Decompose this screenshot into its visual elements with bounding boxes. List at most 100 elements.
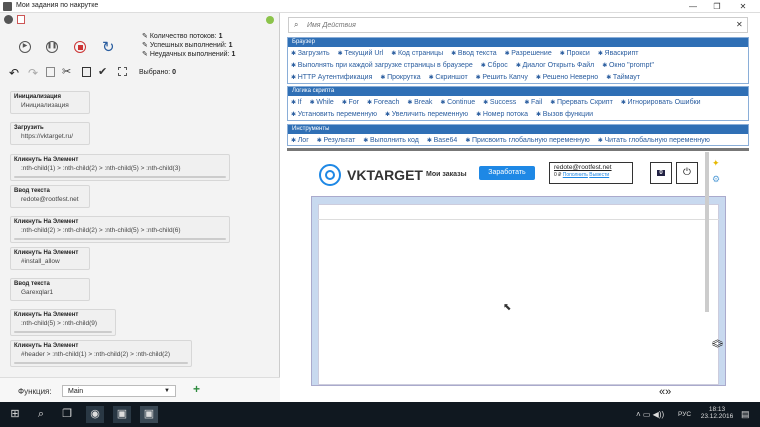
app-icon bbox=[3, 2, 12, 11]
check-icon[interactable]: ✔ bbox=[98, 65, 107, 78]
action-item[interactable]: Выполнить код bbox=[363, 135, 419, 145]
settings-icon[interactable] bbox=[4, 15, 13, 24]
log-icon[interactable] bbox=[17, 15, 25, 24]
search-taskbar-icon[interactable]: ⌕ bbox=[32, 406, 50, 423]
action-item[interactable]: Загрузить bbox=[291, 48, 330, 60]
action-item[interactable]: Номер потока bbox=[476, 109, 528, 121]
tray-icons[interactable]: ˄ ▭ ◀)) bbox=[636, 410, 664, 419]
redo-icon[interactable]: ↷ bbox=[28, 66, 38, 80]
action-item[interactable]: Break bbox=[407, 97, 432, 109]
action-item[interactable]: Таймаут bbox=[606, 72, 640, 84]
action-item[interactable]: Присвоить глобальную переменную bbox=[465, 135, 590, 145]
vktarget-logo-icon bbox=[319, 164, 341, 186]
site-logo[interactable]: VKTARGET bbox=[347, 167, 423, 183]
action-item[interactable]: Fail bbox=[524, 97, 542, 109]
app-window-icon[interactable]: ▣ bbox=[113, 406, 131, 423]
action-item[interactable]: Яваскрипт bbox=[598, 48, 639, 60]
scroll-top-icon[interactable]: ︽ ︾ bbox=[712, 335, 723, 355]
close-window-button[interactable]: ✕ bbox=[733, 1, 753, 12]
task-view-icon[interactable]: ❐ bbox=[58, 406, 76, 423]
pause-icon[interactable]: ❚❚ bbox=[46, 41, 58, 53]
action-item[interactable]: Foreach bbox=[367, 97, 400, 109]
action-item[interactable]: Установить переменную bbox=[291, 109, 377, 121]
page-nav-icon[interactable]: «» bbox=[659, 386, 671, 398]
withdraw-link[interactable]: Вывести bbox=[589, 172, 609, 178]
action-item[interactable]: Результат bbox=[317, 135, 355, 145]
reload-icon[interactable]: ↻ bbox=[102, 38, 115, 56]
action-item[interactable]: For bbox=[342, 97, 360, 109]
balance: 0 ₽ bbox=[554, 172, 562, 178]
action-item[interactable]: Прокси bbox=[560, 48, 589, 60]
function-value: Main bbox=[68, 388, 84, 395]
browser-scrollbar[interactable] bbox=[705, 152, 709, 312]
action-block[interactable]: Кликнуть На Элемент :nth-child(5) > :nth… bbox=[10, 309, 116, 336]
play-icon[interactable]: ▶ bbox=[19, 41, 31, 53]
topup-link[interactable]: Пополнить bbox=[563, 172, 588, 178]
action-item[interactable]: HTTP Аутентификация bbox=[291, 72, 373, 84]
action-item[interactable]: Success bbox=[483, 97, 516, 109]
threads-stat: ✎ Количество потоков: 1 bbox=[142, 33, 223, 40]
clock[interactable]: 18:13 23.12.2016 bbox=[700, 406, 734, 420]
action-block[interactable]: Кликнуть На Элемент #header > :nth-child… bbox=[10, 340, 192, 367]
action-item[interactable]: Диалог Открыть Файл bbox=[516, 60, 595, 72]
app-window-icon-2[interactable]: ▣ bbox=[140, 406, 158, 423]
logout-icon[interactable]: ⏻ bbox=[676, 162, 698, 184]
panel-items: If While For Foreach Break Continue Success Fai… bbox=[288, 96, 748, 122]
action-block[interactable]: Ввод текста redote@rootfest.net bbox=[10, 185, 90, 208]
block-title: Кликнуть На Элемент bbox=[14, 219, 79, 225]
action-item[interactable]: While bbox=[310, 97, 334, 109]
action-item[interactable]: Сброс bbox=[481, 60, 507, 72]
select-all-icon[interactable] bbox=[118, 67, 127, 76]
chrome-icon[interactable]: ◉ bbox=[86, 406, 104, 423]
action-item[interactable]: Прервать Скрипт bbox=[550, 97, 613, 109]
clear-search-icon[interactable]: ✕ bbox=[736, 20, 743, 29]
action-item[interactable]: Решить Капчу bbox=[476, 72, 528, 84]
action-item[interactable]: Прокрутка bbox=[380, 72, 421, 84]
my-orders-link[interactable]: Мои заказы bbox=[426, 171, 467, 178]
panel-title: Логика скрипта bbox=[288, 87, 748, 96]
action-item[interactable]: Разрешение bbox=[505, 48, 551, 60]
block-title: Ввод текста bbox=[14, 281, 50, 287]
stop-icon[interactable] bbox=[74, 41, 86, 53]
pin-icon[interactable]: ✦ bbox=[712, 158, 720, 169]
add-function-button[interactable]: + bbox=[193, 382, 200, 396]
action-item[interactable]: Читать глобальную переменную bbox=[598, 135, 709, 145]
earn-button[interactable]: Заработать bbox=[479, 166, 535, 180]
input-language[interactable]: РУС bbox=[678, 411, 691, 418]
action-item[interactable]: Решено Неверно bbox=[536, 72, 599, 84]
windows-start-icon[interactable]: ⊞ bbox=[6, 406, 24, 423]
action-item[interactable]: Игнорировать Ошибки bbox=[621, 97, 701, 109]
action-item[interactable]: Текущий Url bbox=[338, 48, 383, 60]
copy-icon[interactable] bbox=[46, 67, 55, 77]
account-email[interactable]: redote@rootfest.net bbox=[550, 163, 632, 172]
action-block[interactable]: Кликнуть На Элемент :nth-child(1) > :nth… bbox=[10, 154, 230, 181]
function-select[interactable]: Main ▼ bbox=[62, 385, 176, 397]
paste-icon[interactable] bbox=[82, 67, 91, 77]
action-block[interactable]: Кликнуть На Элемент #install_allow bbox=[10, 247, 90, 270]
search-input[interactable] bbox=[307, 19, 727, 31]
action-item[interactable]: Вызов функции bbox=[536, 109, 593, 121]
action-block[interactable]: Инициализация Инициализация bbox=[10, 91, 90, 114]
action-item[interactable]: If bbox=[291, 97, 302, 109]
notifications-badge[interactable]: 0 bbox=[650, 162, 672, 184]
action-item[interactable]: Base64 bbox=[427, 135, 458, 145]
minimize-button[interactable]: — bbox=[683, 1, 703, 12]
action-block[interactable]: Кликнуть На Элемент :nth-child(2) > :nth… bbox=[10, 216, 230, 243]
action-item[interactable]: Ввод текста bbox=[451, 48, 497, 60]
maximize-button[interactable]: ❐ bbox=[707, 1, 727, 12]
action-item[interactable]: Скриншот bbox=[429, 72, 467, 84]
action-item[interactable]: Окно "prompt" bbox=[602, 60, 654, 72]
action-search: ⌕ ✕ bbox=[288, 17, 748, 33]
globe-icon[interactable]: ⚙ bbox=[712, 174, 720, 185]
action-block[interactable]: Ввод текста Garexqlar1 bbox=[10, 278, 90, 301]
action-item[interactable]: Выполнять при каждой загрузке страницы в… bbox=[291, 60, 473, 72]
action-item[interactable]: Continue bbox=[440, 97, 475, 109]
notifications-icon[interactable]: ▤ bbox=[741, 409, 750, 420]
undo-icon[interactable]: ↶ bbox=[9, 66, 19, 80]
action-item[interactable]: Лог bbox=[291, 135, 309, 145]
splitter[interactable] bbox=[287, 148, 749, 151]
cut-icon[interactable]: ✂ bbox=[62, 65, 71, 78]
action-item[interactable]: Код страницы bbox=[391, 48, 443, 60]
action-block[interactable]: Загрузить https://vktarget.ru/ bbox=[10, 122, 90, 145]
action-item[interactable]: Увеличить переменную bbox=[385, 109, 468, 121]
